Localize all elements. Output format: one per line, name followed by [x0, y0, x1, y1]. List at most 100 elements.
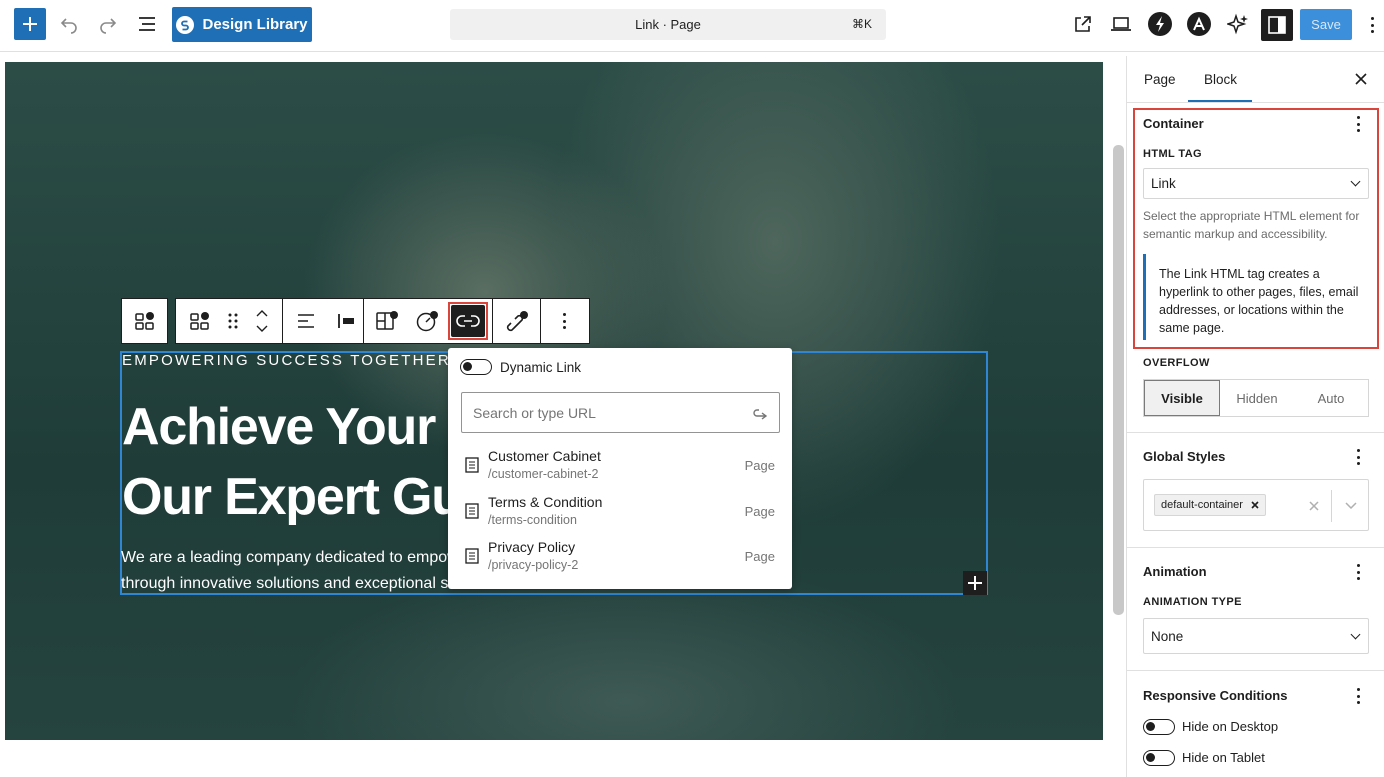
undo-button[interactable] [55, 10, 83, 38]
hero-headline-line1: Achieve Your [122, 398, 436, 456]
hero-eyebrow[interactable]: EMPOWERING SUCCESS TOGETHER [122, 352, 451, 369]
style-chip[interactable]: default-container [1154, 494, 1266, 516]
link-result-item[interactable]: Customer Cabinet /customer-cabinet-2 Pag… [465, 448, 775, 488]
block-type-button[interactable] [176, 299, 224, 343]
animation-type-select[interactable]: None [1143, 618, 1369, 654]
stackable-settings-button[interactable] [1146, 10, 1174, 38]
justify-button[interactable] [329, 299, 363, 343]
view-page-button[interactable] [1069, 10, 1097, 38]
result-kind: Page [744, 549, 775, 564]
drag-handle[interactable] [224, 299, 242, 343]
command-palette-bar[interactable]: Link · Page ⌘K [450, 9, 886, 40]
html-tag-note: The Link HTML tag creates a hyperlink to… [1143, 254, 1367, 340]
options-button[interactable] [1367, 16, 1377, 34]
hero-paragraph[interactable]: We are a leading company dedicated to em… [121, 545, 451, 597]
divider [1331, 490, 1332, 522]
container-icon [134, 312, 154, 330]
divider [1127, 670, 1384, 671]
redo-button[interactable] [94, 10, 122, 38]
align-left-icon [298, 314, 314, 328]
stackable-logo-icon [176, 15, 195, 34]
copy-styles-button[interactable] [364, 299, 410, 343]
plus-icon [968, 576, 982, 590]
kebab-icon [1356, 449, 1360, 465]
overflow-visible-option[interactable]: Visible [1144, 380, 1220, 416]
preview-button[interactable] [1107, 10, 1135, 38]
container-panel-title[interactable]: Container [1143, 116, 1204, 131]
design-library-label: Design Library [202, 16, 308, 33]
sparkles-icon [1227, 13, 1248, 35]
align-button[interactable] [283, 299, 329, 343]
link-result-item[interactable]: Privacy Policy /privacy-policy-2 Page [465, 539, 775, 579]
chevron-down-icon[interactable] [1345, 502, 1357, 510]
html-tag-label: HTML TAG [1143, 148, 1203, 160]
overflow-hidden-option[interactable]: Hidden [1220, 380, 1294, 416]
block-toolbar [175, 298, 590, 344]
html-tag-select[interactable]: Link [1143, 168, 1369, 199]
link-icon [456, 315, 480, 327]
page-icon [465, 457, 479, 473]
divider [1127, 102, 1384, 103]
move-up-down-button[interactable] [242, 299, 282, 343]
url-search-placeholder: Search or type URL [473, 405, 596, 421]
canvas-scrollbar[interactable] [1113, 145, 1124, 615]
justify-icon [338, 314, 354, 328]
animation-title[interactable]: Animation [1143, 564, 1207, 579]
hero-paragraph-line2: through innovative solutions and excepti… [121, 575, 451, 592]
document-title: Link · Page [635, 17, 701, 32]
page-icon [465, 548, 479, 564]
responsive-title[interactable]: Responsive Conditions [1143, 688, 1287, 703]
url-search-input[interactable]: Search or type URL [461, 392, 780, 433]
page-icon [465, 503, 479, 519]
link-result-item[interactable]: Terms & Condition /terms-condition Page [465, 494, 775, 534]
overflow-auto-option[interactable]: Auto [1294, 380, 1368, 416]
chevron-down-icon [1350, 176, 1361, 187]
tab-block[interactable]: Block [1204, 72, 1237, 87]
hero-headline-line2: Our Expert Gu [122, 468, 462, 526]
link-active-bg [451, 305, 485, 337]
block-options-button[interactable] [540, 299, 587, 343]
style-chip-label: default-container [1161, 499, 1243, 511]
html-tag-help: Select the appropriate HTML element for … [1143, 209, 1360, 241]
tab-page[interactable]: Page [1144, 72, 1176, 87]
kadence-logo-icon [1187, 12, 1211, 36]
divider [1127, 432, 1384, 433]
settings-sidebar: Page Block Container HTML TAG Link Selec… [1126, 56, 1384, 777]
result-title: Terms & Condition [488, 494, 603, 510]
list-view-icon [139, 17, 155, 31]
result-title: Customer Cabinet [488, 448, 601, 464]
save-button[interactable]: Save [1300, 9, 1352, 40]
style-copy-icon [376, 311, 398, 330]
settings-dial-icon [416, 311, 438, 332]
dynamic-link-toggle[interactable] [460, 359, 492, 375]
hide-tablet-toggle[interactable] [1143, 750, 1175, 766]
save-label: Save [1311, 17, 1341, 32]
ai-assistant-button[interactable] [1224, 10, 1252, 38]
clear-icon[interactable] [1309, 501, 1319, 511]
animation-type-value: None [1151, 629, 1184, 644]
advanced-settings-button[interactable] [410, 299, 444, 343]
hero-paragraph-line1: We are a leading company dedicated to em… [121, 549, 451, 566]
global-styles-title[interactable]: Global Styles [1143, 449, 1225, 464]
hide-desktop-label: Hide on Desktop [1182, 719, 1279, 734]
link-popover: Dynamic Link Search or type URL Customer… [448, 348, 792, 589]
dynamic-content-button[interactable] [492, 299, 540, 343]
kebab-icon [1356, 688, 1360, 704]
hero-headline[interactable]: Achieve Your Our Expert Gu [122, 392, 462, 532]
select-parent-button[interactable] [122, 299, 167, 343]
drag-handle-icon [228, 313, 238, 329]
add-block-button[interactable] [14, 8, 46, 40]
add-inner-block-button[interactable] [963, 571, 987, 595]
remove-icon[interactable] [1251, 501, 1259, 509]
design-library-button[interactable]: Design Library [172, 7, 312, 42]
close-sidebar-button[interactable] [1355, 72, 1367, 90]
link-button[interactable] [444, 299, 492, 343]
result-url: /privacy-policy-2 [488, 558, 579, 572]
undo-icon [60, 18, 77, 34]
document-overview-button[interactable] [133, 10, 161, 38]
settings-panel-toggle[interactable] [1261, 9, 1293, 41]
laptop-icon [1111, 17, 1131, 31]
result-kind: Page [744, 504, 775, 519]
hide-desktop-toggle[interactable] [1143, 719, 1175, 735]
kadence-button[interactable] [1185, 10, 1213, 38]
